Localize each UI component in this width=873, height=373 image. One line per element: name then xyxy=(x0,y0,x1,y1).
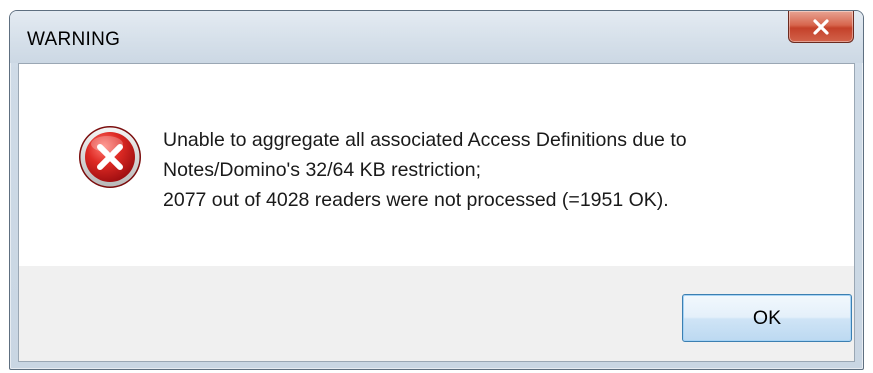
close-icon xyxy=(813,18,829,35)
message-line: Unable to aggregate all associated Acces… xyxy=(163,129,687,151)
message-text: Unable to aggregate all associated Acces… xyxy=(163,125,833,215)
error-icon xyxy=(79,126,141,188)
warning-dialog: WARNING Unable to aggregate all associat… xyxy=(9,10,864,370)
close-button[interactable] xyxy=(788,11,854,43)
dialog-body: Unable to aggregate all associated Acces… xyxy=(18,63,855,362)
button-area: OK xyxy=(19,266,854,361)
title-bar[interactable]: WARNING xyxy=(10,11,863,63)
message-line: 2077 out of 4028 readers were not proces… xyxy=(163,189,669,211)
message-line: Notes/Domino's 32/64 KB restriction; xyxy=(163,159,482,181)
dialog-title: WARNING xyxy=(27,29,121,50)
message-area: Unable to aggregate all associated Acces… xyxy=(19,64,854,266)
ok-button[interactable]: OK xyxy=(682,294,852,342)
